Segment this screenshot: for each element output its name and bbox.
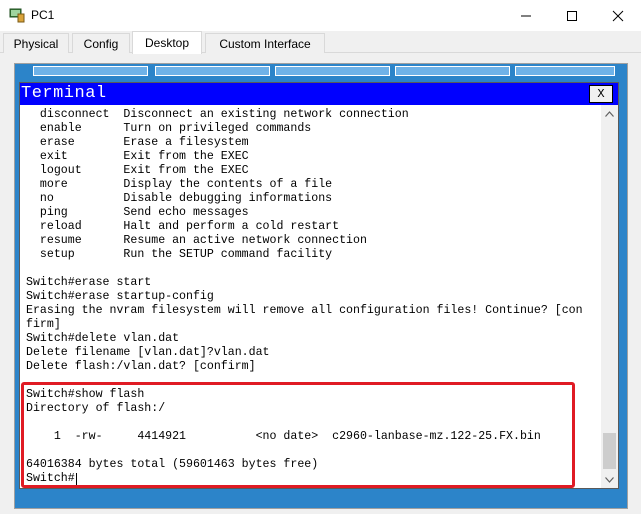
terminal-line: Directory of flash:/ [26, 402, 166, 415]
minimize-button[interactable] [503, 0, 549, 31]
terminal-close-label: X [597, 87, 605, 101]
terminal-line: Delete filename [vlan.dat]?vlan.dat [26, 346, 270, 359]
terminal-line: Switch#delete vlan.dat [26, 332, 180, 345]
scroll-up-button[interactable] [601, 105, 618, 122]
tab-physical[interactable]: Physical [3, 33, 69, 53]
tab-custom-interface[interactable]: Custom Interface [205, 33, 325, 53]
minimize-icon [521, 15, 531, 16]
terminal-line: ping Send echo messages [26, 206, 249, 219]
scroll-down-button[interactable] [601, 471, 618, 488]
tab-label: Physical [13, 36, 59, 51]
close-button[interactable] [595, 0, 641, 31]
terminal-line: no Disable debugging informations [26, 192, 333, 205]
terminal-output[interactable]: disconnect Disconnect an existing networ… [20, 105, 600, 488]
window-titlebar: PC1 [0, 0, 641, 31]
maximize-icon [567, 10, 577, 21]
tab-label: Config [83, 36, 119, 51]
desktop-app-tile[interactable] [515, 66, 615, 76]
desktop-app-tile[interactable] [395, 66, 510, 76]
desktop-app-tile[interactable] [155, 66, 270, 76]
pc-icon [9, 8, 25, 23]
tab-config[interactable]: Config [72, 33, 130, 53]
maximize-button[interactable] [549, 0, 595, 31]
tab-desktop[interactable]: Desktop [132, 31, 202, 54]
terminal-close-button[interactable]: X [589, 85, 613, 103]
scroll-thumb[interactable] [603, 433, 616, 469]
terminal-window: Terminal X disconnect Disconnect an exis… [19, 82, 619, 489]
terminal-line: Switch#show flash [26, 388, 145, 401]
terminal-line: Switch#erase startup-config [26, 290, 214, 303]
terminal-line: 1 -rw- 4414921 <no date> c2960-lanbase-m… [26, 430, 541, 443]
chevron-down-icon [605, 476, 614, 483]
terminal-title: Terminal [21, 84, 107, 103]
terminal-header: Terminal X [20, 83, 618, 105]
terminal-line: firm] [26, 318, 61, 331]
terminal-line: resume Resume an active network connecti… [26, 234, 367, 247]
terminal-line: 64016384 bytes total (59601463 bytes fre… [26, 458, 319, 471]
terminal-line: Switch# [26, 472, 75, 485]
terminal-line: enable Turn on privileged commands [26, 122, 312, 135]
desktop-app-tile[interactable] [33, 66, 148, 76]
terminal-line: logout Exit from the EXEC [26, 164, 249, 177]
close-icon [612, 10, 624, 21]
terminal-line: reload Halt and perform a cold restart [26, 220, 340, 233]
terminal-scrollbar[interactable] [601, 105, 618, 488]
terminal-line: disconnect Disconnect an existing networ… [26, 108, 409, 121]
terminal-line: Switch#erase start [26, 276, 152, 289]
terminal-line: Delete flash:/vlan.dat? [confirm] [26, 360, 256, 373]
terminal-line: erase Erase a filesystem [26, 136, 249, 149]
text-cursor [75, 473, 77, 485]
terminal-line: exit Exit from the EXEC [26, 150, 249, 163]
terminal-line: Erasing the nvram filesystem will remove… [26, 304, 583, 317]
chevron-up-icon [605, 110, 614, 117]
window-title: PC1 [31, 8, 55, 22]
tab-bar: Physical Config Desktop Custom Interface [0, 31, 641, 54]
terminal-line: setup Run the SETUP command facility [26, 248, 333, 261]
terminal-line: more Display the contents of a file [26, 178, 333, 191]
desktop-app-tile[interactable] [275, 66, 390, 76]
tab-label: Desktop [144, 36, 190, 50]
tab-label: Custom Interface [219, 36, 311, 51]
